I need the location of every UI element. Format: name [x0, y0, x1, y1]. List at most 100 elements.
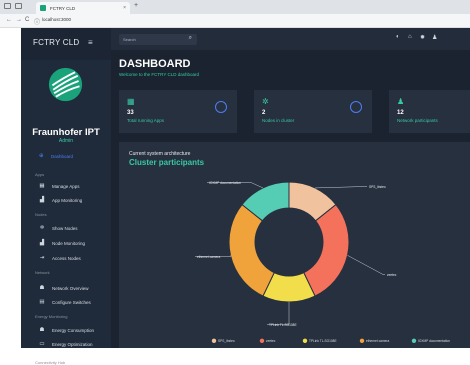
stat-label: Network participants — [397, 118, 438, 123]
user-icon: ☗ — [39, 285, 45, 291]
legend-label-sps-ibsteo[interactable]: SPS_ibsteo — [218, 339, 235, 343]
new-tab-button[interactable]: + — [134, 2, 138, 9]
user-icon: ☗ — [39, 327, 45, 333]
nodes-icon: ✲ — [262, 97, 269, 106]
main-content: Search ⌕ ◐ ⌂ ✹ ♟ DASHBOARD Welcome to th… — [111, 28, 470, 348]
sidebar: FCTRY CLD ≡ Fraunhofer IPT Admin ⊕ Dashb… — [21, 28, 111, 365]
donut-slice-zeetec[interactable] — [303, 203, 350, 297]
legend-label-ethernet-camera[interactable]: ethernet camera — [366, 339, 389, 343]
grid-icon: ▦ — [39, 183, 45, 189]
notifications-icon[interactable]: ⌂ — [408, 34, 412, 40]
legend-swatch-sps-ibsteo[interactable] — [211, 338, 217, 343]
search-box[interactable]: Search ⌕ — [119, 34, 197, 45]
stat-value: 33 — [127, 110, 134, 116]
stat-card-nodes: ✲ 2 Nodes in cluster — [254, 90, 372, 133]
legend-swatch-tplink[interactable] — [302, 338, 308, 343]
sidebar-item-label: Energy Consumption — [52, 328, 95, 333]
bar-chart-icon: ▟ — [39, 240, 45, 246]
settings-icon[interactable]: ✹ — [420, 34, 425, 41]
section-energy-monitoring: Energy Monitoring — [35, 314, 68, 319]
menu-toggle-icon[interactable]: ≡ — [88, 38, 93, 47]
apps-icon: ▦ — [127, 97, 135, 106]
bar-chart-icon: ▟ — [39, 197, 45, 203]
sidebar-item-network-overview[interactable]: ☗ Network Overview — [21, 284, 111, 294]
page-subtitle: Welcome to the FCTRY CLD dashboard — [119, 72, 200, 77]
sidebar-item-access-nodes[interactable]: ⇥ Access Nodes — [21, 254, 111, 264]
section-connectivity-hub: Connectivity Hub — [35, 360, 66, 365]
reload-icon[interactable]: C — [25, 17, 29, 23]
forward-icon[interactable]: → — [16, 17, 22, 23]
sidebar-item-label: Network Overview — [52, 286, 89, 291]
legend-swatch-ethernet-camera[interactable] — [359, 338, 365, 343]
stat-value: 2 — [262, 110, 266, 116]
sidebar-item-label: Node Monitoring — [52, 241, 86, 246]
tab-close-icon[interactable]: × — [123, 5, 126, 11]
panel-title: Cluster participants — [129, 158, 205, 167]
progress-ring-icon — [215, 101, 227, 113]
callout-line — [347, 255, 385, 275]
stat-value: 12 — [397, 110, 404, 116]
sidebar-item-configure-switches[interactable]: ▤ Configure Switches — [21, 298, 111, 308]
callout-label: IOXMP documentation — [209, 181, 241, 185]
search-placeholder: Search — [123, 36, 136, 42]
stat-card-apps: ▦ 33 Total running Apps — [119, 90, 237, 133]
callout-line — [315, 186, 367, 189]
theme-toggle-icon[interactable]: ◐ — [396, 34, 400, 40]
user-role: Admin — [58, 138, 74, 144]
back-icon[interactable]: ← — [6, 17, 12, 23]
top-bar: Search ⌕ ◐ ⌂ ✹ ♟ — [111, 28, 470, 50]
sidebar-header: FCTRY CLD ≡ — [21, 28, 111, 60]
donut-slice-ethernet-camera[interactable] — [228, 203, 275, 297]
sidebar-item-label: App Monitoring — [52, 198, 83, 203]
stat-label: Nodes in cluster — [262, 118, 295, 123]
organization-name: Fraunhofer IPT — [32, 127, 100, 138]
favicon-icon — [40, 5, 46, 11]
sidebar-item-label: Configure Switches — [52, 300, 91, 305]
sidebar-item-show-nodes[interactable]: ✲ Show Nodes — [21, 224, 111, 234]
callout-line — [267, 302, 290, 325]
sidebar-item-app-monitoring[interactable]: ▟ App Monitoring — [21, 196, 111, 206]
legend-swatch-ioxmp[interactable] — [411, 338, 417, 343]
section-nodes: Nodes — [35, 212, 47, 217]
tab-title: FCTRY CLD — [50, 5, 76, 11]
dashboard-icon: ⊕ — [39, 153, 44, 159]
url-field[interactable]: localhost:3000 — [42, 17, 71, 22]
sidebar-item-node-monitoring[interactable]: ▟ Node Monitoring — [21, 239, 111, 249]
fraunhofer-logo — [48, 67, 83, 102]
switch-icon: ▤ — [39, 299, 45, 305]
tab-actions-icon[interactable] — [15, 3, 22, 9]
sidebar-item-energy-optimization[interactable]: ▭ Energy Optimization — [21, 340, 111, 350]
address-bar: ← → C ⓘ localhost:3000 — [0, 14, 470, 28]
user-profile-icon[interactable]: ♟ — [432, 34, 437, 41]
progress-ring-icon — [350, 101, 362, 113]
sidebar-item-dashboard[interactable]: ⊕ Dashboard — [21, 152, 111, 162]
sidebar-item-energy-consumption[interactable]: ☗ Energy Consumption — [21, 326, 111, 336]
window-icon[interactable] — [4, 3, 11, 9]
browser-window: FCTRY CLD × + ← → C ⓘ localhost:3000 FCT… — [0, 0, 470, 365]
callout-label: TPLink TL-SG108E — [269, 323, 297, 327]
stat-card-network: ♟ 12 Network participants — [389, 90, 470, 133]
legend-swatch-zeetec[interactable] — [259, 338, 265, 343]
sidebar-item-label: Energy Optimization — [52, 342, 93, 347]
sidebar-item-label: Access Nodes — [52, 256, 81, 261]
panel-subtitle: Current system architecture — [129, 151, 191, 157]
sidebar-item-manage-apps[interactable]: ▦ Manage Apps — [21, 182, 111, 192]
stat-label: Total running Apps — [127, 118, 165, 123]
section-network: Network — [35, 270, 50, 275]
legend-label-ioxmp[interactable]: IOXMP documentation — [418, 339, 450, 343]
cluster-donut-chart: SPS_ibsteo zeetec TPLink TL-SG108E ethernet… — [195, 181, 450, 343]
callout-label: ethernet camera — [197, 255, 220, 259]
sidebar-item-label: Show Nodes — [52, 226, 78, 231]
brand-name[interactable]: FCTRY CLD — [33, 38, 79, 47]
browser-tab[interactable]: FCTRY CLD × — [36, 2, 130, 14]
nodes-icon: ✲ — [39, 225, 45, 231]
site-info-icon[interactable]: ⓘ — [34, 17, 40, 26]
legend-label-zeetec[interactable]: zeetec — [266, 339, 276, 343]
architecture-panel: SPS_ibsteo zeetec TPLink TL-SG108E ethernet… — [119, 142, 470, 348]
calendar-icon: ▭ — [39, 341, 45, 347]
sidebar-item-label: Manage Apps — [52, 184, 80, 189]
sidebar-item-label: Dashboard — [51, 154, 74, 159]
legend-label-tplink[interactable]: TPLink TL-SG108E — [309, 339, 337, 343]
search-icon[interactable]: ⌕ — [189, 35, 192, 42]
callout-label: zeetec — [387, 273, 397, 277]
